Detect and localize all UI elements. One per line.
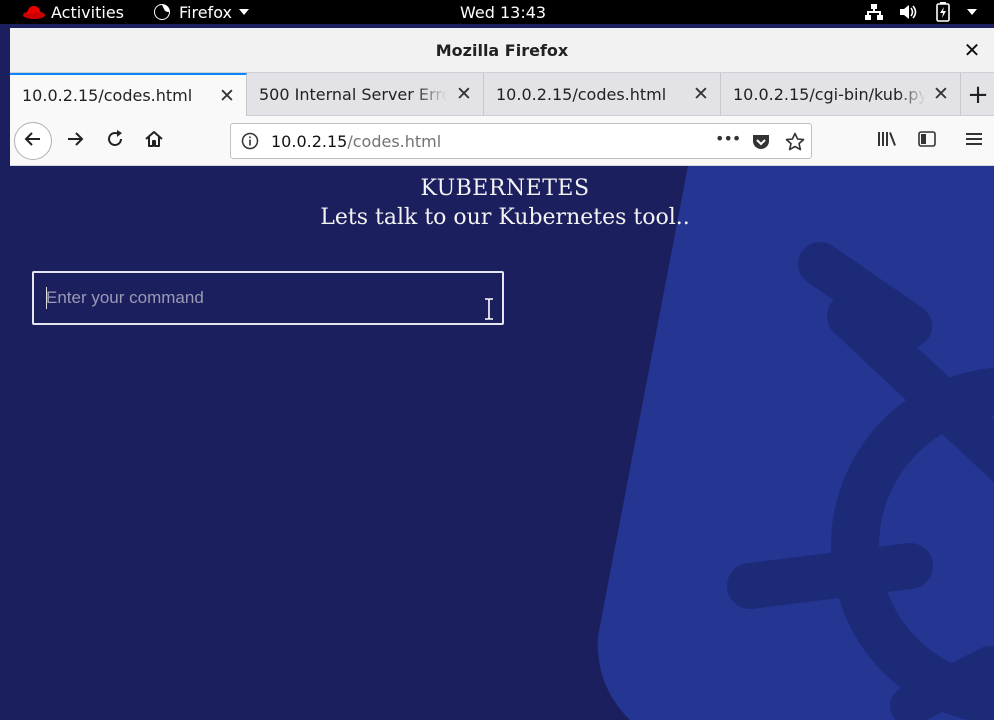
tab-label: 10.0.2.15/codes.html [496, 85, 667, 104]
firefox-window: Mozilla Firefox ✕ 10.0.2.15/codes.html ✕… [10, 28, 994, 720]
tab-cgi-kub[interactable]: 10.0.2.15/cgi-bin/kub.py ✕ [721, 73, 961, 116]
star-icon[interactable] [785, 132, 805, 156]
kubernetes-logo-icon [597, 166, 994, 720]
clock-label: Wed 13:43 [460, 2, 547, 22]
back-button[interactable] [14, 122, 52, 160]
forward-button[interactable] [57, 123, 93, 159]
tab-label: 10.0.2.15/codes.html [22, 86, 193, 105]
window-close-button[interactable]: ✕ [960, 38, 984, 62]
pocket-icon[interactable] [751, 132, 771, 156]
page-title: KUBERNETES [420, 176, 590, 201]
navigation-toolbar: 10.0.2.15/codes.html ••• [10, 116, 994, 166]
chevron-down-icon [238, 8, 250, 16]
text-caret [46, 287, 47, 309]
tab-close-icon[interactable]: ✕ [453, 83, 475, 105]
home-button[interactable] [136, 123, 172, 159]
sidebar-button[interactable] [909, 123, 945, 159]
activities-label: Activities [51, 2, 124, 22]
open-menu-button[interactable] [956, 123, 992, 159]
reload-icon [105, 129, 125, 153]
app-menu[interactable]: Firefox [153, 0, 250, 24]
page-actions-more-icon[interactable]: ••• [715, 129, 741, 148]
tab-strip: 10.0.2.15/codes.html ✕ 500 Internal Serv… [10, 72, 994, 116]
library-button[interactable] [869, 123, 905, 159]
tab-label: 10.0.2.15/cgi-bin/kub.py [733, 85, 925, 104]
url-path: /codes.html [347, 131, 442, 151]
text-cursor-icon [485, 298, 493, 320]
page-subtitle: Lets talk to our Kubernetes tool.. [320, 205, 690, 230]
tab-close-icon[interactable]: ✕ [216, 85, 238, 107]
tab-close-icon[interactable]: ✕ [690, 83, 712, 105]
library-icon [876, 129, 898, 153]
sidebar-icon [917, 129, 937, 153]
firefox-icon [153, 3, 171, 21]
clock[interactable]: Wed 13:43 [460, 0, 546, 24]
url-host: 10.0.2.15 [271, 131, 348, 151]
web-page-content: KUBERNETES Lets talk to our Kubernetes t… [10, 166, 994, 720]
hamburger-menu-icon [965, 131, 983, 151]
reload-button[interactable] [97, 123, 133, 159]
app-menu-label: Firefox [179, 2, 232, 22]
volume-icon[interactable] [898, 0, 918, 24]
battery-icon[interactable] [936, 0, 950, 24]
back-arrow-icon [23, 129, 43, 153]
system-top-bar: Activities Firefox Wed 13:43 [0, 0, 994, 24]
command-input[interactable] [32, 271, 504, 325]
new-tab-button[interactable]: + [962, 73, 994, 116]
info-icon[interactable] [241, 132, 259, 154]
tab-codes-2[interactable]: 10.0.2.15/codes.html ✕ [484, 73, 721, 116]
forward-arrow-icon [65, 129, 85, 153]
tab-close-icon[interactable]: ✕ [930, 83, 952, 105]
tab-server-error[interactable]: 500 Internal Server Error ✕ [247, 73, 484, 116]
url-bar[interactable]: 10.0.2.15/codes.html ••• [230, 123, 812, 159]
activities-button[interactable]: Activities [51, 0, 124, 24]
home-icon [144, 129, 164, 153]
url-text[interactable]: 10.0.2.15/codes.html [271, 124, 441, 158]
window-title: Mozilla Firefox [435, 40, 569, 60]
tab-codes-1[interactable]: 10.0.2.15/codes.html ✕ [10, 73, 247, 116]
tab-label: 500 Internal Server Error [259, 85, 447, 104]
network-icon[interactable] [864, 0, 884, 24]
system-menu-chevron-icon[interactable] [966, 0, 978, 24]
window-titlebar: Mozilla Firefox ✕ [10, 28, 994, 72]
redhat-icon [22, 0, 46, 24]
